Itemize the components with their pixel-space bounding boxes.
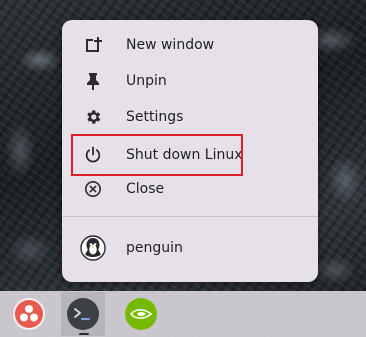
menu-item-shut-down-linux[interactable]: Shut down Linux	[62, 137, 318, 173]
menu-item-settings[interactable]: Settings	[62, 99, 318, 135]
power-icon	[82, 144, 104, 166]
nvidia-icon	[130, 306, 152, 322]
shelf	[0, 291, 366, 337]
desktop-wallpaper: New window Unpin Settings Shut down Linu…	[0, 0, 366, 337]
running-indicator	[79, 333, 89, 335]
shelf-app-nvidia[interactable]	[125, 298, 157, 330]
menu-item-close[interactable]: Close	[62, 171, 318, 207]
menu-item-penguin[interactable]: penguin	[62, 230, 318, 266]
menu-item-unpin[interactable]: Unpin	[62, 63, 318, 99]
menu-item-label: Unpin	[126, 73, 167, 89]
pin-icon	[82, 70, 104, 92]
penguin-icon	[80, 235, 106, 261]
menu-item-label: Shut down Linux	[126, 147, 243, 163]
menu-divider	[62, 216, 318, 217]
gear-icon	[82, 106, 104, 128]
three-dots-app-icon	[14, 299, 44, 329]
shelf-app-launcher[interactable]	[13, 298, 45, 330]
menu-item-new-window[interactable]: New window	[62, 27, 318, 63]
terminal-icon	[73, 307, 93, 321]
menu-item-label: New window	[126, 37, 215, 53]
close-circle-icon	[82, 178, 104, 200]
menu-item-label: Close	[126, 181, 165, 197]
app-context-menu: New window Unpin Settings Shut down Linu…	[62, 20, 318, 282]
menu-item-label: Settings	[126, 109, 184, 125]
shelf-app-terminal[interactable]	[67, 298, 99, 330]
menu-item-label: penguin	[126, 240, 183, 256]
new-window-icon	[82, 34, 104, 56]
